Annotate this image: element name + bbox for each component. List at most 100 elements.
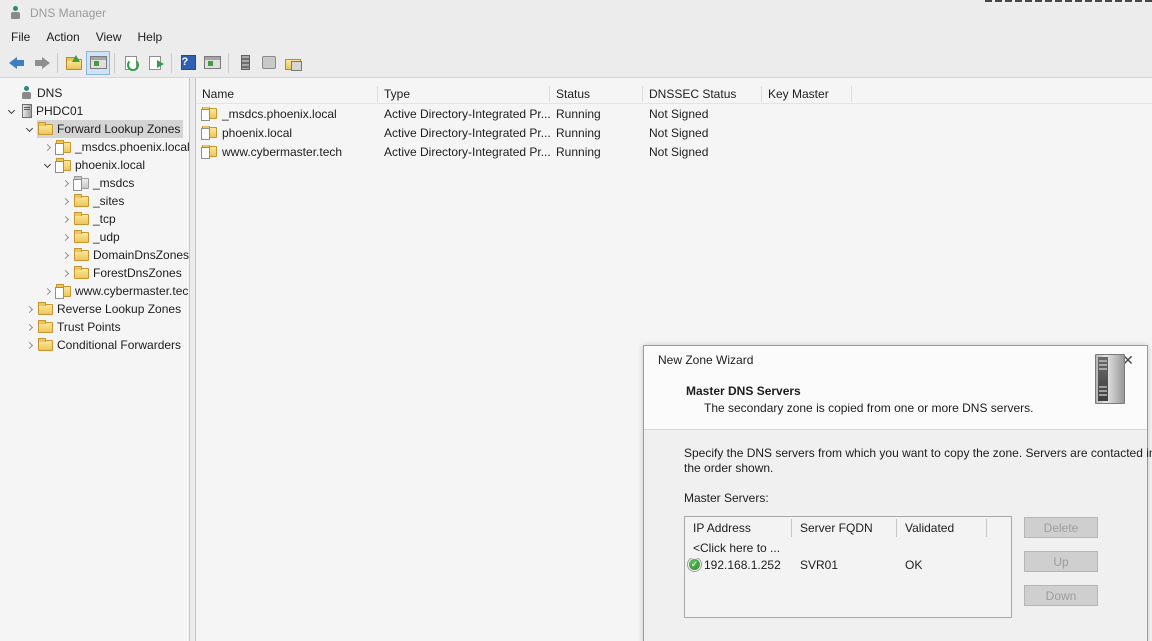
delete-button[interactable]: Delete [1024,517,1098,538]
tree-item-label: phoenix.local [75,158,145,172]
chevron-right-icon[interactable] [58,217,73,222]
zone-status: Running [550,126,643,140]
tree-item-label: DomainDnsZones [93,248,189,262]
up-button[interactable]: Up [1024,551,1098,572]
folder-icon [74,196,89,207]
zone-name-cell: phoenix.local [196,126,378,140]
menu-view[interactable]: View [88,28,130,46]
tree-item-forward-lookup-zones[interactable]: Forward Lookup Zones [0,120,189,138]
menu-help[interactable]: Help [130,28,171,46]
dns-root-icon [20,86,33,100]
column-header-dnssec-status[interactable]: DNSSEC Status [643,86,762,102]
ms-column-server-fqdn[interactable]: Server FQDN [792,519,897,537]
tree-item-www-cybermaster-tech[interactable]: www.cybermaster.tech [0,282,189,300]
tree-item-phdc01[interactable]: PHDC01 [0,102,189,120]
console-window-icon [204,56,221,69]
tree-item-content: www.cybermaster.tech [55,282,190,300]
zone-folder-button[interactable] [281,51,305,75]
chevron-right-icon[interactable] [58,253,73,258]
menu-bar: File Action View Help [0,26,1152,48]
zone-icon [56,160,71,171]
wizard-header: Master DNS Servers The secondary zone is… [644,374,1147,430]
zone-status: Running [550,107,643,121]
up-one-level-icon [66,59,82,70]
zone-icon [202,127,217,138]
chevron-right-icon[interactable] [58,199,73,204]
server-properties-button[interactable] [233,51,257,75]
menu-file[interactable]: File [3,28,38,46]
ms-server-row[interactable]: ✓192.168.1.252SVR01OK [685,556,1011,573]
zone-row-www-cybermaster-tech[interactable]: www.cybermaster.techActive Directory-Int… [196,142,1152,161]
export-list-button[interactable] [143,51,167,75]
tree-item-msdcs[interactable]: _msdcs [0,174,189,192]
tree-item-forestdnszones[interactable]: ForestDnsZones [0,264,189,282]
tree-item-label: Conditional Forwarders [57,338,181,352]
screen-edge-artifact [985,0,1152,2]
server-properties-icon [241,55,250,70]
forward-arrow-button[interactable] [29,51,53,75]
zone-icon [56,142,71,153]
tree-item-sites[interactable]: _sites [0,192,189,210]
refresh-button[interactable] [119,51,143,75]
chevron-right-icon[interactable] [58,235,73,240]
chevron-right-icon[interactable] [58,181,73,186]
tree-item-domaindnszones[interactable]: DomainDnsZones [0,246,189,264]
ms-add-server-prompt[interactable]: <Click here to ... [685,541,780,555]
zone-row-msdcs-phoenix-local[interactable]: _msdcs.phoenix.localActive Directory-Int… [196,104,1152,123]
ms-column-ip-address[interactable]: IP Address [685,519,792,537]
zone-folder-icon [285,59,301,70]
zone-name: _msdcs.phoenix.local [222,107,337,121]
chevron-right-icon[interactable] [40,289,55,294]
chevron-down-icon[interactable] [4,110,19,113]
server-tower-icon [1095,354,1125,404]
down-button[interactable]: Down [1024,585,1098,606]
tree-item-content: ForestDnsZones [73,264,185,282]
chevron-right-icon[interactable] [58,271,73,276]
chevron-right-icon[interactable] [40,145,55,150]
wizard-subheading: The secondary zone is copied from one or… [704,401,1033,415]
ms-column-validated[interactable]: Validated [897,519,987,537]
chevron-right-icon[interactable] [22,325,37,330]
zone-gray-icon [74,178,89,189]
zone-name-cell: www.cybermaster.tech [196,145,378,159]
back-arrow-button[interactable] [5,51,29,75]
chevron-down-icon[interactable] [40,164,55,167]
up-one-level-button[interactable] [62,51,86,75]
tree-item-trust-points[interactable]: Trust Points [0,318,189,336]
tree-item-phoenix-local[interactable]: phoenix.local [0,156,189,174]
tree-item-dns[interactable]: DNS [0,84,189,102]
console-tree-panel[interactable]: DNSPHDC01Forward Lookup Zones_msdcs.phoe… [0,78,190,641]
zone-name: www.cybermaster.tech [222,145,342,159]
tree-item-msdcs-phoenix-local[interactable]: _msdcs.phoenix.local [0,138,189,156]
chevron-right-icon[interactable] [22,343,37,348]
tree-item-tcp[interactable]: _tcp [0,210,189,228]
zone-dnssec-status: Not Signed [643,107,762,121]
tree-item-label: Trust Points [57,320,121,334]
tree-item-label: _sites [93,194,124,208]
chevron-down-icon[interactable] [22,128,37,131]
help-button[interactable]: ? [176,51,200,75]
tree-item-label: Reverse Lookup Zones [57,302,181,316]
tree-item-reverse-lookup-zones[interactable]: Reverse Lookup Zones [0,300,189,318]
monitor-button[interactable] [257,51,281,75]
column-header-status[interactable]: Status [550,86,643,102]
console-window-button[interactable] [200,51,224,75]
column-header-name[interactable]: Name [196,86,378,102]
toolbar-separator [57,53,58,73]
show-console-tree-button[interactable] [86,51,110,75]
ms-placeholder-row[interactable]: <Click here to ... [685,539,1011,556]
tree-item-conditional-forwarders[interactable]: Conditional Forwarders [0,336,189,354]
ms-column-filler [987,519,1011,537]
menu-action[interactable]: Action [38,28,87,46]
zone-row-phoenix-local[interactable]: phoenix.localActive Directory-Integrated… [196,123,1152,142]
monitor-icon [262,56,276,69]
zone-type: Active Directory-Integrated Pr... [378,126,550,140]
chevron-right-icon[interactable] [22,307,37,312]
tree-item-label: ForestDnsZones [93,266,182,280]
column-header-filler [852,86,1152,102]
tree-item-udp[interactable]: _udp [0,228,189,246]
column-header-type[interactable]: Type [378,86,550,102]
master-servers-table[interactable]: IP Address Server FQDN Validated <Click … [684,516,1012,618]
column-header-key-master[interactable]: Key Master [762,86,852,102]
show-console-tree-icon [90,56,107,69]
